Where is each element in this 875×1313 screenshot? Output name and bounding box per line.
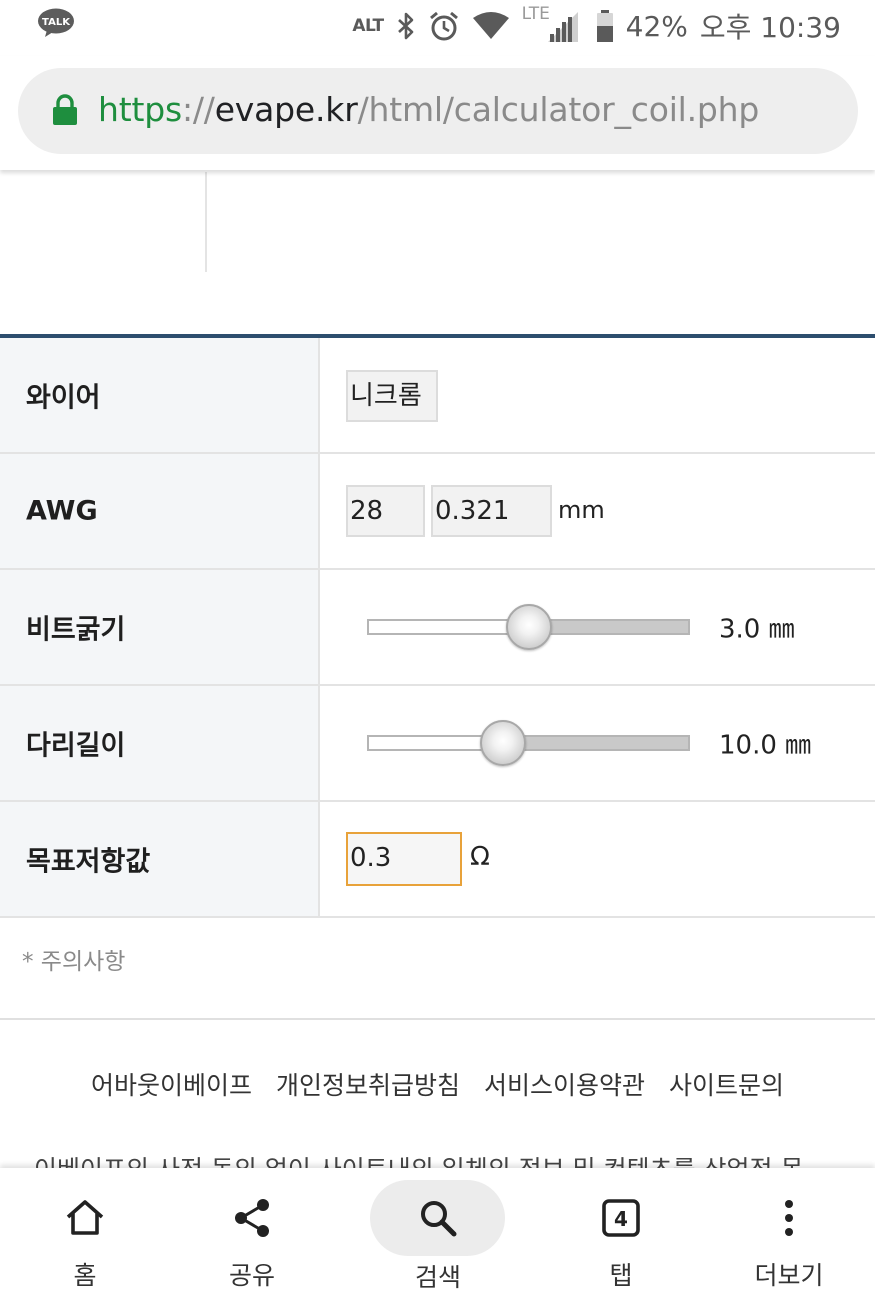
nav-more-label: 더보기 (754, 1261, 824, 1290)
url-path: /html/calculator_coil.php (357, 90, 760, 129)
bit-thickness-label: 비트굵기 (26, 614, 126, 646)
svg-text:TALK: TALK (42, 17, 71, 28)
row-value-cell: 28 0.321 mm (322, 454, 875, 568)
row-awg: AWG 28 0.321 mm (0, 454, 875, 570)
awg-gauge-field[interactable]: 28 (346, 485, 425, 537)
url-scheme: https (98, 90, 182, 129)
leg-length-value: 10.0 ㎜ (719, 730, 812, 761)
row-label-cell: 목표저항값 (0, 802, 320, 916)
nav-more-button[interactable]: 더보기 (719, 1168, 859, 1313)
wire-diameter-field[interactable]: 0.321 (431, 485, 552, 537)
coil-calculator-form: 와이어 니크롬 AWG 28 0.321 mm 비트굵기 3.0 ㎜ 다리길이 … (0, 338, 875, 918)
footer-link-contact[interactable]: 사이트문의 (669, 1066, 784, 1102)
wifi-icon (472, 12, 509, 39)
row-leg-length: 다리길이 10.0 ㎜ (0, 686, 875, 802)
svg-text:4: 4 (614, 1207, 628, 1231)
lock-icon[interactable] (52, 94, 78, 126)
wire-select[interactable]: 니크롬 (346, 370, 438, 422)
row-value-cell: 10.0 ㎜ (322, 686, 875, 800)
nav-tabs-button[interactable]: 4 탭 (551, 1168, 691, 1313)
diameter-unit: mm (558, 496, 605, 524)
signal-icon (547, 12, 578, 42)
top-column-divider (205, 172, 207, 272)
footer-link-privacy[interactable]: 개인정보취급방침 (276, 1066, 460, 1102)
footer-link-about[interactable]: 어바웃이베이프 (91, 1066, 252, 1102)
status-bar: TALK ALT LTE 42% 오후 10:39 (0, 0, 875, 56)
bluetooth-icon (397, 12, 413, 40)
more-vertical-icon (785, 1200, 793, 1236)
row-label-cell: 비트굵기 (0, 570, 320, 684)
row-label-cell: AWG (0, 454, 320, 568)
leg-length-slider-thumb[interactable] (479, 720, 526, 766)
battery-icon (596, 10, 613, 42)
row-label-cell: 다리길이 (0, 686, 320, 800)
share-icon (235, 1199, 269, 1237)
footer-links: 어바웃이베이프 개인정보취급방침 서비스이용약관 사이트문의 (0, 1066, 875, 1102)
search-icon (421, 1201, 457, 1237)
nav-share-button[interactable]: 공유 (182, 1168, 322, 1313)
url-host: evape.kr (214, 90, 358, 129)
bit-thickness-value: 3.0 ㎜ (719, 614, 795, 645)
leg-length-label: 다리길이 (26, 730, 126, 762)
awg-label: AWG (26, 495, 98, 527)
row-wire: 와이어 니크롬 (0, 338, 875, 454)
ohm-unit: Ω (470, 842, 490, 872)
nav-home-label: 홈 (73, 1261, 97, 1290)
battery-percent: 42% (625, 9, 688, 43)
browser-bottom-bar: 홈 공유 검색 4 탭 더보기 (0, 1168, 875, 1313)
tabs-icon: 4 (602, 1199, 640, 1237)
status-icons: ALT LTE 42% 오후 10:39 (352, 4, 841, 44)
nav-search-button[interactable]: 검색 (368, 1168, 508, 1313)
browser-toolbar: https://evape.kr/html/calculator_coil.ph… (0, 56, 875, 170)
row-value-cell: 0.3 Ω (322, 802, 875, 916)
row-value-cell: 3.0 ㎜ (322, 570, 875, 684)
nav-home-button[interactable]: 홈 (15, 1168, 155, 1313)
nav-share-label: 공유 (228, 1261, 275, 1290)
lte-signal: LTE (522, 4, 584, 44)
nav-search-label: 검색 (414, 1263, 461, 1292)
alt-indicator: ALT (352, 16, 384, 36)
url-text[interactable]: https://evape.kr/html/calculator_coil.ph… (98, 88, 759, 132)
footer-link-terms[interactable]: 서비스이용약관 (484, 1066, 645, 1102)
row-bit-thickness: 비트굵기 3.0 ㎜ (0, 570, 875, 686)
row-target-resistance: 목표저항값 0.3 Ω (0, 802, 875, 918)
url-separator: :// (181, 90, 215, 129)
nav-tabs-label: 탭 (609, 1261, 633, 1290)
clock: 오후 10:39 (699, 11, 841, 44)
leg-length-slider[interactable] (367, 735, 690, 751)
target-resistance-input[interactable]: 0.3 (346, 832, 462, 886)
wire-label: 와이어 (26, 382, 101, 414)
caution-note: * 주의사항 (22, 949, 126, 975)
footer-copyright-text: 이베이프의 사전 동의 없이 사이트내의 일체의 정보 및 컨텐츠를 상업적 목 (34, 1155, 804, 1170)
address-bar[interactable]: https://evape.kr/html/calculator_coil.ph… (18, 68, 858, 154)
alarm-icon (429, 11, 458, 41)
bit-thickness-slider-thumb[interactable] (505, 604, 552, 650)
target-resistance-label: 목표저항값 (26, 846, 151, 878)
footer-divider (0, 1018, 875, 1020)
kakaotalk-icon: TALK (38, 8, 74, 37)
row-value-cell: 니크롬 (322, 338, 875, 452)
row-label-cell: 와이어 (0, 338, 320, 452)
home-icon (66, 1200, 104, 1235)
